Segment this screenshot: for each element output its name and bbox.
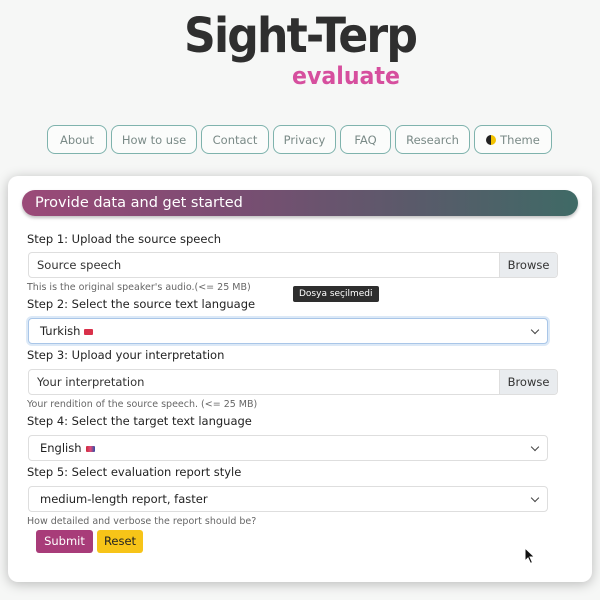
source-language-value: Turkish [40, 324, 81, 338]
nav-faq-label: FAQ [354, 132, 377, 147]
chevron-down-icon [530, 442, 540, 452]
target-language-select[interactable]: English [28, 435, 548, 461]
nav-contact-label: Contact [212, 132, 258, 147]
chevron-down-icon [530, 325, 540, 335]
mouse-cursor-icon [524, 547, 536, 565]
nav-theme-button[interactable]: Theme [474, 125, 552, 154]
nav-theme-label: Theme [500, 132, 540, 147]
step5-help-text: How detailed and verbose the report shou… [27, 516, 257, 527]
top-nav: About How to use Contact Privacy FAQ Res… [47, 125, 552, 154]
interpretation-browse-button[interactable]: Browse [499, 370, 557, 394]
step4-label: Step 4: Select the target text language [27, 414, 252, 428]
report-style-select[interactable]: medium-length report, faster [28, 486, 548, 512]
step1-label: Step 1: Upload the source speech [27, 232, 222, 246]
logo-title: Sight-Terp [184, 8, 418, 64]
step3-label: Step 3: Upload your interpretation [27, 348, 225, 362]
report-style-value: medium-length report, faster [40, 492, 208, 506]
reset-button[interactable]: Reset [97, 530, 143, 553]
source-speech-file-input[interactable]: Source speech Browse [28, 252, 558, 278]
nav-about-label: About [59, 132, 94, 147]
source-language-select[interactable]: Turkish [28, 318, 548, 344]
source-speech-browse-button[interactable]: Browse [499, 253, 557, 277]
step2-label: Step 2: Select the source text language [27, 297, 256, 311]
nav-research-label: Research [406, 132, 459, 147]
target-language-value: English [40, 441, 82, 455]
step1-help-text: This is the original speaker's audio.(<=… [27, 282, 251, 293]
nav-contact-button[interactable]: Contact [201, 125, 269, 154]
app-logo: Sight-Terp evaluate [0, 8, 600, 98]
source-speech-placeholder: Source speech [37, 258, 122, 272]
chevron-down-icon [530, 493, 540, 503]
nav-research-button[interactable]: Research [395, 125, 470, 154]
nav-faq-button[interactable]: FAQ [340, 125, 391, 154]
nav-how-to-use-label: How to use [121, 132, 187, 147]
theme-toggle-icon [486, 134, 497, 145]
nav-privacy-label: Privacy [283, 132, 326, 147]
card-title: Provide data and get started [22, 190, 578, 216]
interpretation-placeholder: Your interpretation [37, 375, 145, 389]
step5-label: Step 5: Select evaluation report style [27, 465, 242, 479]
step3-help-text: Your rendition of the source speech. (<=… [27, 399, 258, 410]
interpretation-file-input[interactable]: Your interpretation Browse [28, 369, 558, 395]
uk-flag-icon [85, 445, 95, 452]
nav-privacy-button[interactable]: Privacy [273, 125, 336, 154]
turkey-flag-icon [84, 328, 94, 335]
submit-button[interactable]: Submit [36, 530, 93, 553]
nav-how-to-use-button[interactable]: How to use [111, 125, 197, 154]
nav-about-button[interactable]: About [47, 125, 107, 154]
logo-subtitle: evaluate [292, 62, 400, 90]
file-tooltip: Dosya seçilmedi [293, 286, 379, 302]
